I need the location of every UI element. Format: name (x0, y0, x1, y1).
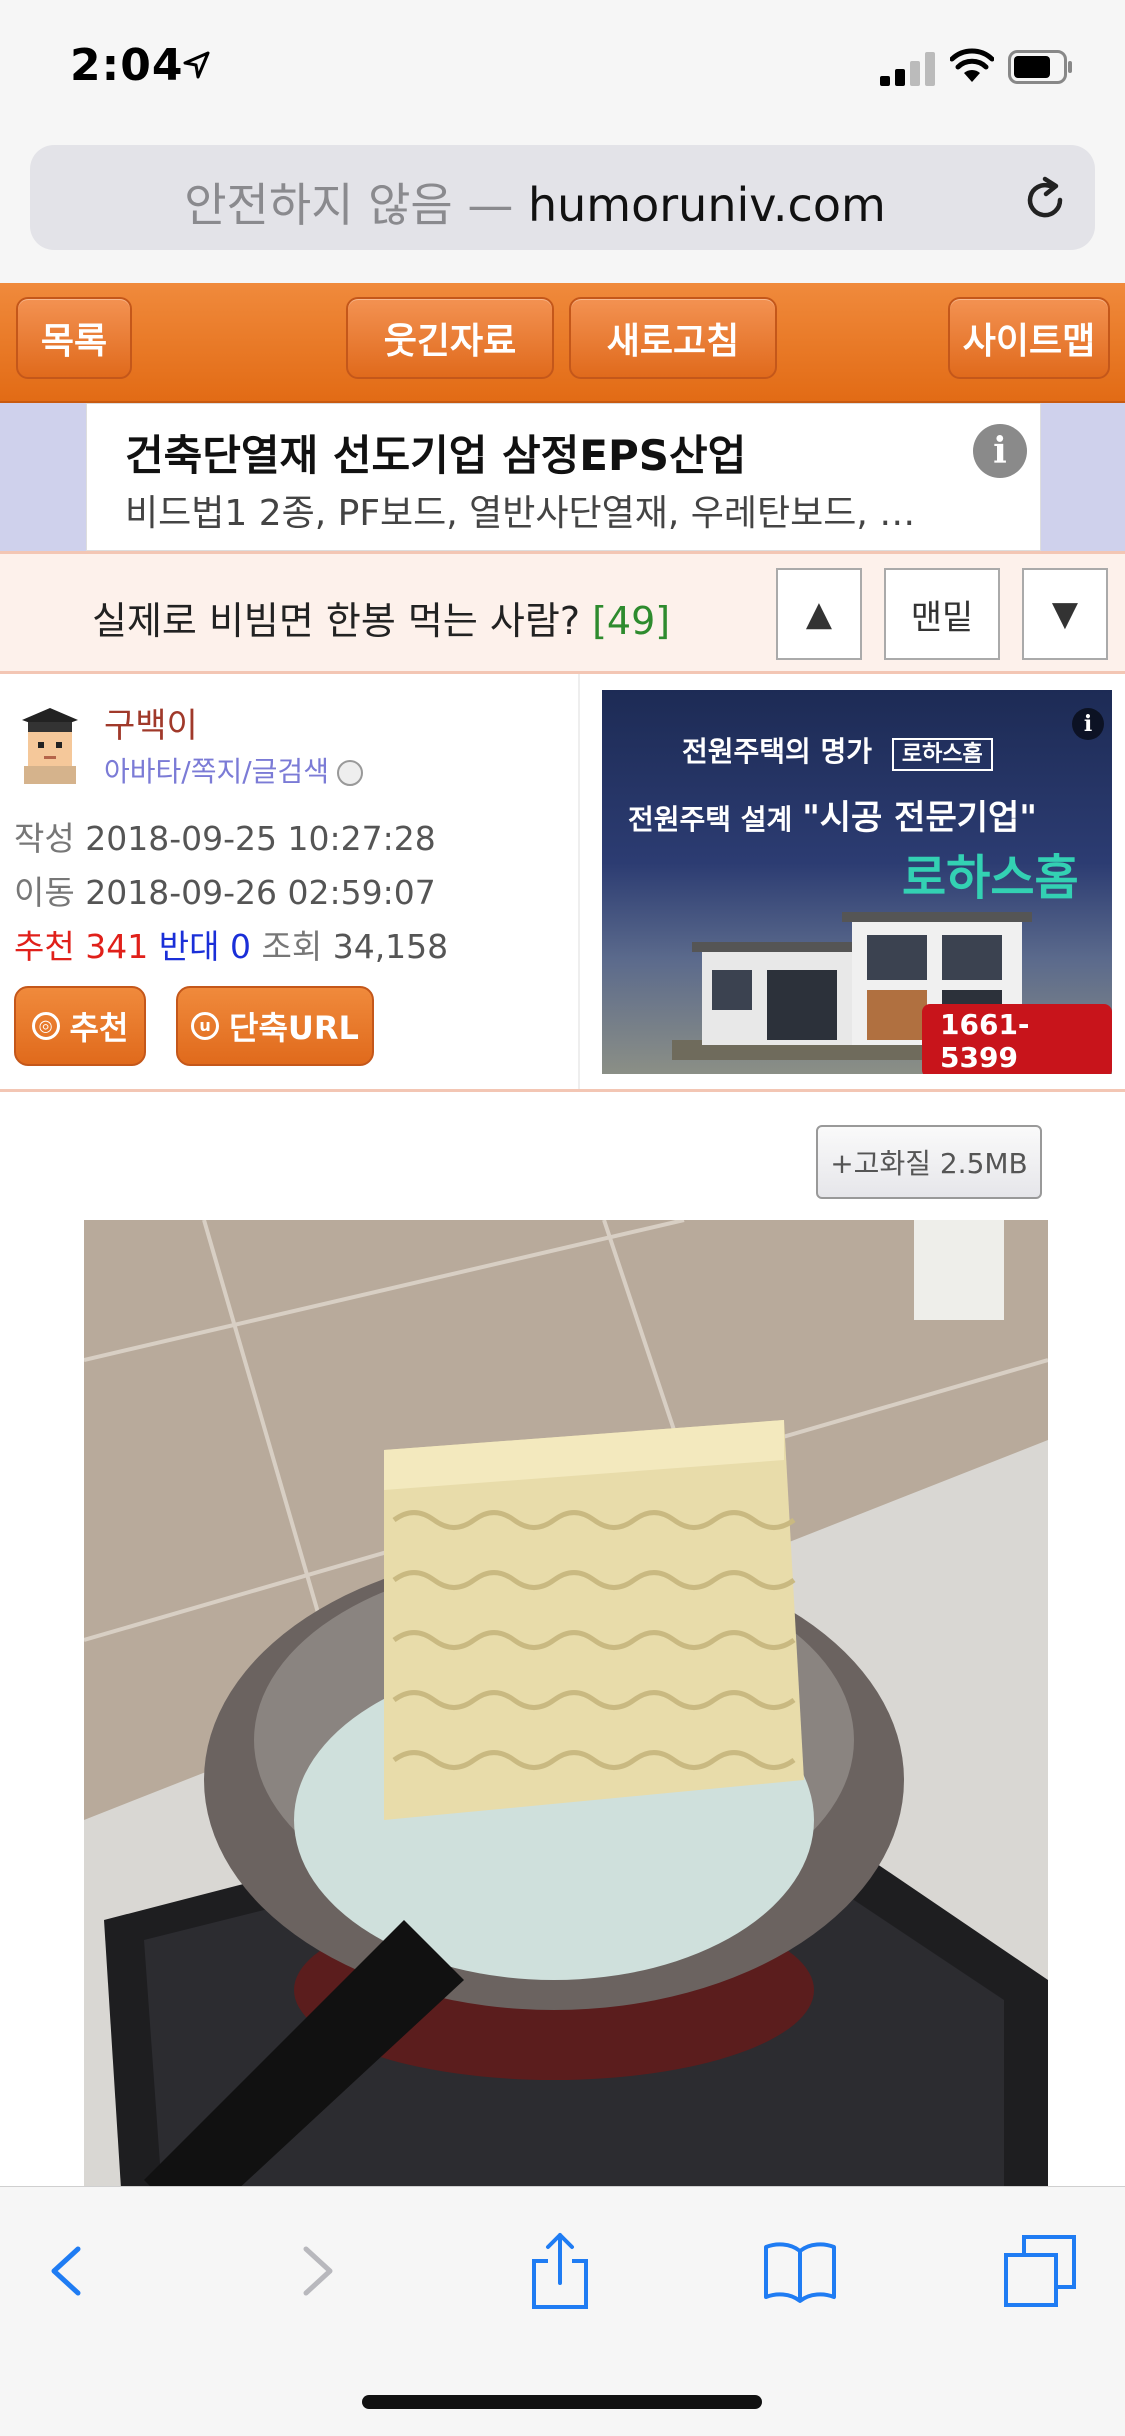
home-indicator[interactable] (362, 2395, 762, 2409)
post-info-area: 구백이 아바타/쪽지/글검색 작성 2018-09-25 10:27:28 이동… (0, 674, 1125, 1092)
author-links-text: 아바타/쪽지/글검색 (104, 755, 329, 788)
funny-content-button[interactable]: 웃긴자료 (346, 297, 554, 379)
house-ad-line2-prefix: 전원주택 설계 (628, 803, 793, 836)
house-ad-headline: 전원주택의 명가 로하스홈 (682, 730, 993, 771)
post-photo[interactable] (84, 1220, 1048, 2236)
address-text[interactable]: 안전하지 않음 — humoruniv.com (30, 169, 1040, 235)
bookmarks-icon[interactable] (760, 2231, 840, 2311)
security-warning: 안전하지 않음 — (184, 178, 528, 232)
house-ad-subline: 전원주택 설계 "시공 전문기업" (628, 790, 1037, 839)
post-title-text: 실제로 비빔면 한봉 먹는 사람? (92, 599, 581, 643)
post-title-row: 실제로 비빔면 한봉 먹는 사람? [49] ▲ 맨밑 ▼ (0, 551, 1125, 674)
post-title: 실제로 비빔면 한봉 먹는 사람? [49] (92, 590, 670, 645)
site-nav: 목록 웃긴자료 새로고침 사이트맵 (0, 283, 1125, 403)
share-icon[interactable] (520, 2231, 600, 2311)
author-panel: 구백이 아바타/쪽지/글검색 작성 2018-09-25 10:27:28 이동… (0, 674, 580, 1089)
ad-info-icon[interactable]: i (1072, 708, 1104, 740)
refresh-button[interactable]: 새로고침 (569, 297, 777, 379)
level-badge-icon (336, 760, 363, 786)
comment-count[interactable]: [49] (592, 599, 670, 643)
moved-date-row: 이동 2018-09-26 02:59:07 (14, 866, 436, 914)
address-bar-area: 안전하지 않음 — humoruniv.com (0, 135, 1125, 283)
written-date-row: 작성 2018-09-25 10:27:28 (14, 812, 436, 860)
moved-label: 이동 (14, 873, 75, 912)
house-ad-logo: 로하스홈 (891, 738, 993, 771)
reload-icon[interactable] (1020, 175, 1070, 225)
high-quality-button[interactable]: +고화질 2.5MB (816, 1125, 1042, 1199)
views-label: 조회 (261, 927, 323, 966)
tabs-icon[interactable] (1000, 2231, 1080, 2311)
scroll-bottom-button[interactable]: 맨밑 (884, 568, 1000, 660)
scroll-up-button[interactable]: ▲ (776, 568, 862, 660)
list-button[interactable]: 목록 (16, 297, 132, 379)
recommend-count: 341 (85, 927, 149, 966)
house-ad-line2-main: "시공 전문기업" (802, 798, 1038, 838)
author-name[interactable]: 구백이 (104, 698, 198, 747)
short-url-icon: u (191, 1012, 220, 1040)
ad-banner[interactable]: 건축단열재 선도기업 삼정EPS산업 비드법1 2종, PF보드, 열반사단열재… (86, 403, 1041, 551)
short-url-button[interactable]: u 단축URL (176, 986, 374, 1066)
house-ad-line1: 전원주택의 명가 (682, 735, 873, 768)
ad-description: 비드법1 2종, PF보드, 열반사단열재, 우레탄보드, … (125, 493, 916, 534)
forward-icon[interactable] (278, 2231, 358, 2311)
recommend-button-label: 추천 (69, 1009, 129, 1047)
avatar[interactable] (14, 704, 86, 784)
written-date: 2018-09-25 10:27:28 (85, 819, 436, 858)
oppose-count: 0 (229, 927, 251, 966)
short-url-button-label: 단축URL (229, 1009, 359, 1047)
house-ad-phone: 1661-5399 (922, 1004, 1112, 1074)
battery-icon (1008, 50, 1072, 84)
recommend-button[interactable]: ◎ 추천 (14, 986, 146, 1066)
signal-icon (880, 52, 935, 86)
recommend-icon: ◎ (31, 1012, 60, 1040)
address-bar[interactable]: 안전하지 않음 — humoruniv.com (30, 145, 1095, 250)
views-count: 34,158 (332, 927, 449, 966)
sitemap-button[interactable]: 사이트맵 (948, 297, 1110, 379)
browser-toolbar (0, 2186, 1125, 2436)
house-ad[interactable]: 전원주택의 명가 로하스홈 전원주택 설계 "시공 전문기업" 로하스홈 166… (602, 690, 1112, 1074)
recommend-label: 추천 (14, 927, 75, 966)
oppose-label: 반대 (158, 927, 220, 966)
wifi-icon (950, 48, 994, 82)
address-domain: humoruniv.com (528, 178, 886, 232)
ad-banner-row: 건축단열재 선도기업 삼정EPS산업 비드법1 2종, PF보드, 열반사단열재… (0, 403, 1125, 551)
status-time: 2:04 (70, 40, 184, 91)
author-links[interactable]: 아바타/쪽지/글검색 (104, 750, 363, 790)
ad-title: 건축단열재 선도기업 삼정EPS산업 (125, 431, 747, 480)
location-arrow-icon (183, 51, 210, 79)
moved-date: 2018-09-26 02:59:07 (85, 873, 436, 912)
status-bar: 2:04 (0, 0, 1125, 135)
back-icon[interactable] (26, 2231, 106, 2311)
info-icon[interactable]: i (973, 424, 1027, 478)
scroll-down-button[interactable]: ▼ (1022, 568, 1108, 660)
stats-row: 추천 341 반대 0 조회 34,158 (14, 920, 448, 968)
written-label: 작성 (14, 819, 75, 858)
